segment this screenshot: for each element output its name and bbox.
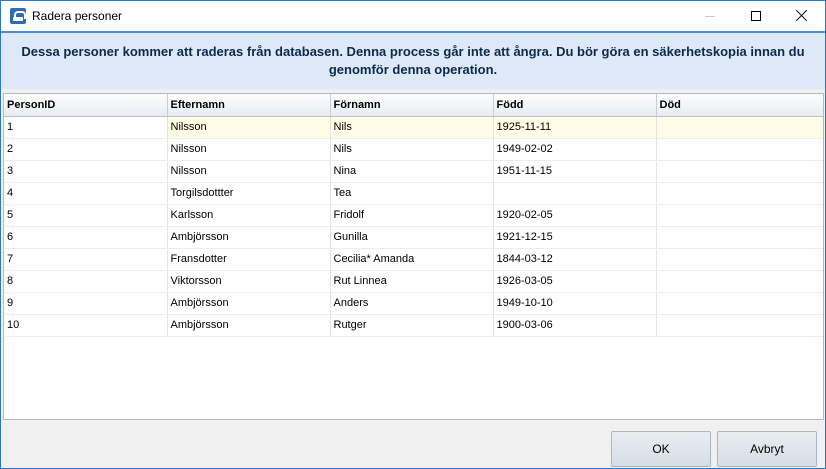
cell-dod[interactable]: [656, 226, 823, 249]
cell-fodd[interactable]: 1900-03-06: [493, 314, 657, 337]
dialog-window: Radera personer Dessa personer kommer at…: [0, 0, 826, 469]
cell-personid[interactable]: 10: [4, 314, 168, 337]
cell-personid[interactable]: 5: [4, 204, 168, 227]
cell-fodd[interactable]: 1844-03-12: [493, 248, 657, 271]
cell-fodd[interactable]: 1949-10-10: [493, 292, 657, 315]
cell-dod[interactable]: [656, 204, 823, 227]
cell-dod[interactable]: [656, 160, 823, 183]
table-row[interactable]: 4 Torgilsdottter Tea: [4, 182, 823, 205]
cell-efternamn[interactable]: Viktorsson: [167, 270, 331, 293]
cell-fornamn[interactable]: Rutger: [330, 314, 494, 337]
warning-banner: Dessa personer kommer att raderas från d…: [1, 31, 825, 89]
cell-dod[interactable]: [656, 314, 823, 337]
ok-button[interactable]: OK: [611, 431, 711, 467]
title-bar[interactable]: Radera personer: [1, 1, 825, 31]
cell-personid[interactable]: 7: [4, 248, 168, 271]
cell-fodd[interactable]: [493, 182, 657, 205]
cell-dod[interactable]: [656, 292, 823, 315]
app-icon: [10, 8, 26, 24]
table-row[interactable]: 10 Ambjörsson Rutger 1900-03-06: [4, 314, 823, 337]
cell-personid[interactable]: 3: [4, 160, 168, 183]
cell-dod[interactable]: [656, 270, 823, 293]
cancel-button[interactable]: Avbryt: [717, 431, 817, 467]
cell-fodd[interactable]: 1926-03-05: [493, 270, 657, 293]
cell-efternamn[interactable]: Karlsson: [167, 204, 331, 227]
cell-personid[interactable]: 9: [4, 292, 168, 315]
cell-dod[interactable]: [656, 182, 823, 205]
table-row[interactable]: 6 Ambjörsson Gunilla 1921-12-15: [4, 226, 823, 249]
warning-text: Dessa personer kommer att raderas från d…: [21, 44, 805, 77]
cell-efternamn[interactable]: Fransdotter: [167, 248, 331, 271]
cell-efternamn[interactable]: Nilsson: [167, 160, 331, 183]
cell-dod[interactable]: [656, 248, 823, 271]
cell-personid[interactable]: 6: [4, 226, 168, 249]
cell-efternamn[interactable]: Ambjörsson: [167, 292, 331, 315]
cell-personid[interactable]: 4: [4, 182, 168, 205]
column-header-dod[interactable]: Död: [656, 94, 823, 117]
table-row[interactable]: 3 Nilsson Nina 1951-11-15: [4, 160, 823, 183]
cell-efternamn[interactable]: Ambjörsson: [167, 226, 331, 249]
column-header-personid[interactable]: PersonID: [4, 94, 168, 117]
button-bar: OK Avbryt: [1, 421, 825, 468]
table-row[interactable]: 8 Viktorsson Rut Linnea 1926-03-05: [4, 270, 823, 293]
cell-efternamn[interactable]: Ambjörsson: [167, 314, 331, 337]
cell-dod[interactable]: [656, 138, 823, 161]
cell-fodd[interactable]: 1949-02-02: [493, 138, 657, 161]
cell-fornamn[interactable]: Tea: [330, 182, 494, 205]
table-row[interactable]: 9 Ambjörsson Anders 1949-10-10: [4, 292, 823, 315]
cell-fornamn[interactable]: Anders: [330, 292, 494, 315]
cell-efternamn[interactable]: Nilsson: [167, 138, 331, 161]
table-row[interactable]: 2 Nilsson Nils 1949-02-02: [4, 138, 823, 161]
cell-fornamn[interactable]: Nils: [330, 116, 494, 139]
minimize-icon: [705, 15, 715, 17]
minimize-button[interactable]: [687, 1, 733, 31]
cell-fornamn[interactable]: Nils: [330, 138, 494, 161]
cell-personid[interactable]: 1: [4, 116, 168, 139]
cell-fodd[interactable]: 1951-11-15: [493, 160, 657, 183]
maximize-icon: [751, 11, 761, 21]
header-row: PersonID Efternamn Förnamn Född Död: [4, 94, 823, 117]
maximize-button[interactable]: [733, 1, 779, 31]
window-title: Radera personer: [32, 9, 123, 23]
column-header-fodd[interactable]: Född: [493, 94, 657, 117]
close-icon: [796, 10, 808, 22]
table-row[interactable]: 1 Nilsson Nils 1925-11-11: [4, 116, 823, 139]
cell-fornamn[interactable]: Nina: [330, 160, 494, 183]
persons-table: PersonID Efternamn Förnamn Född Död 1 Ni…: [4, 94, 823, 337]
cell-dod[interactable]: [656, 116, 823, 139]
column-header-fornamn[interactable]: Förnamn: [330, 94, 494, 117]
cell-fornamn[interactable]: Rut Linnea: [330, 270, 494, 293]
cell-fodd[interactable]: 1920-02-05: [493, 204, 657, 227]
cell-personid[interactable]: 2: [4, 138, 168, 161]
cell-fornamn[interactable]: Fridolf: [330, 204, 494, 227]
close-button[interactable]: [779, 1, 825, 31]
cell-efternamn[interactable]: Torgilsdottter: [167, 182, 331, 205]
cell-fodd[interactable]: 1921-12-15: [493, 226, 657, 249]
persons-grid[interactable]: PersonID Efternamn Förnamn Född Död 1 Ni…: [3, 93, 824, 420]
table-row[interactable]: 5 Karlsson Fridolf 1920-02-05: [4, 204, 823, 227]
cell-efternamn[interactable]: Nilsson: [167, 116, 331, 139]
cell-fodd[interactable]: 1925-11-11: [493, 116, 657, 139]
cell-fornamn[interactable]: Cecilia* Amanda: [330, 248, 494, 271]
table-row[interactable]: 7 Fransdotter Cecilia* Amanda 1844-03-12: [4, 248, 823, 271]
cell-personid[interactable]: 8: [4, 270, 168, 293]
cell-fornamn[interactable]: Gunilla: [330, 226, 494, 249]
column-header-efternamn[interactable]: Efternamn: [167, 94, 331, 117]
